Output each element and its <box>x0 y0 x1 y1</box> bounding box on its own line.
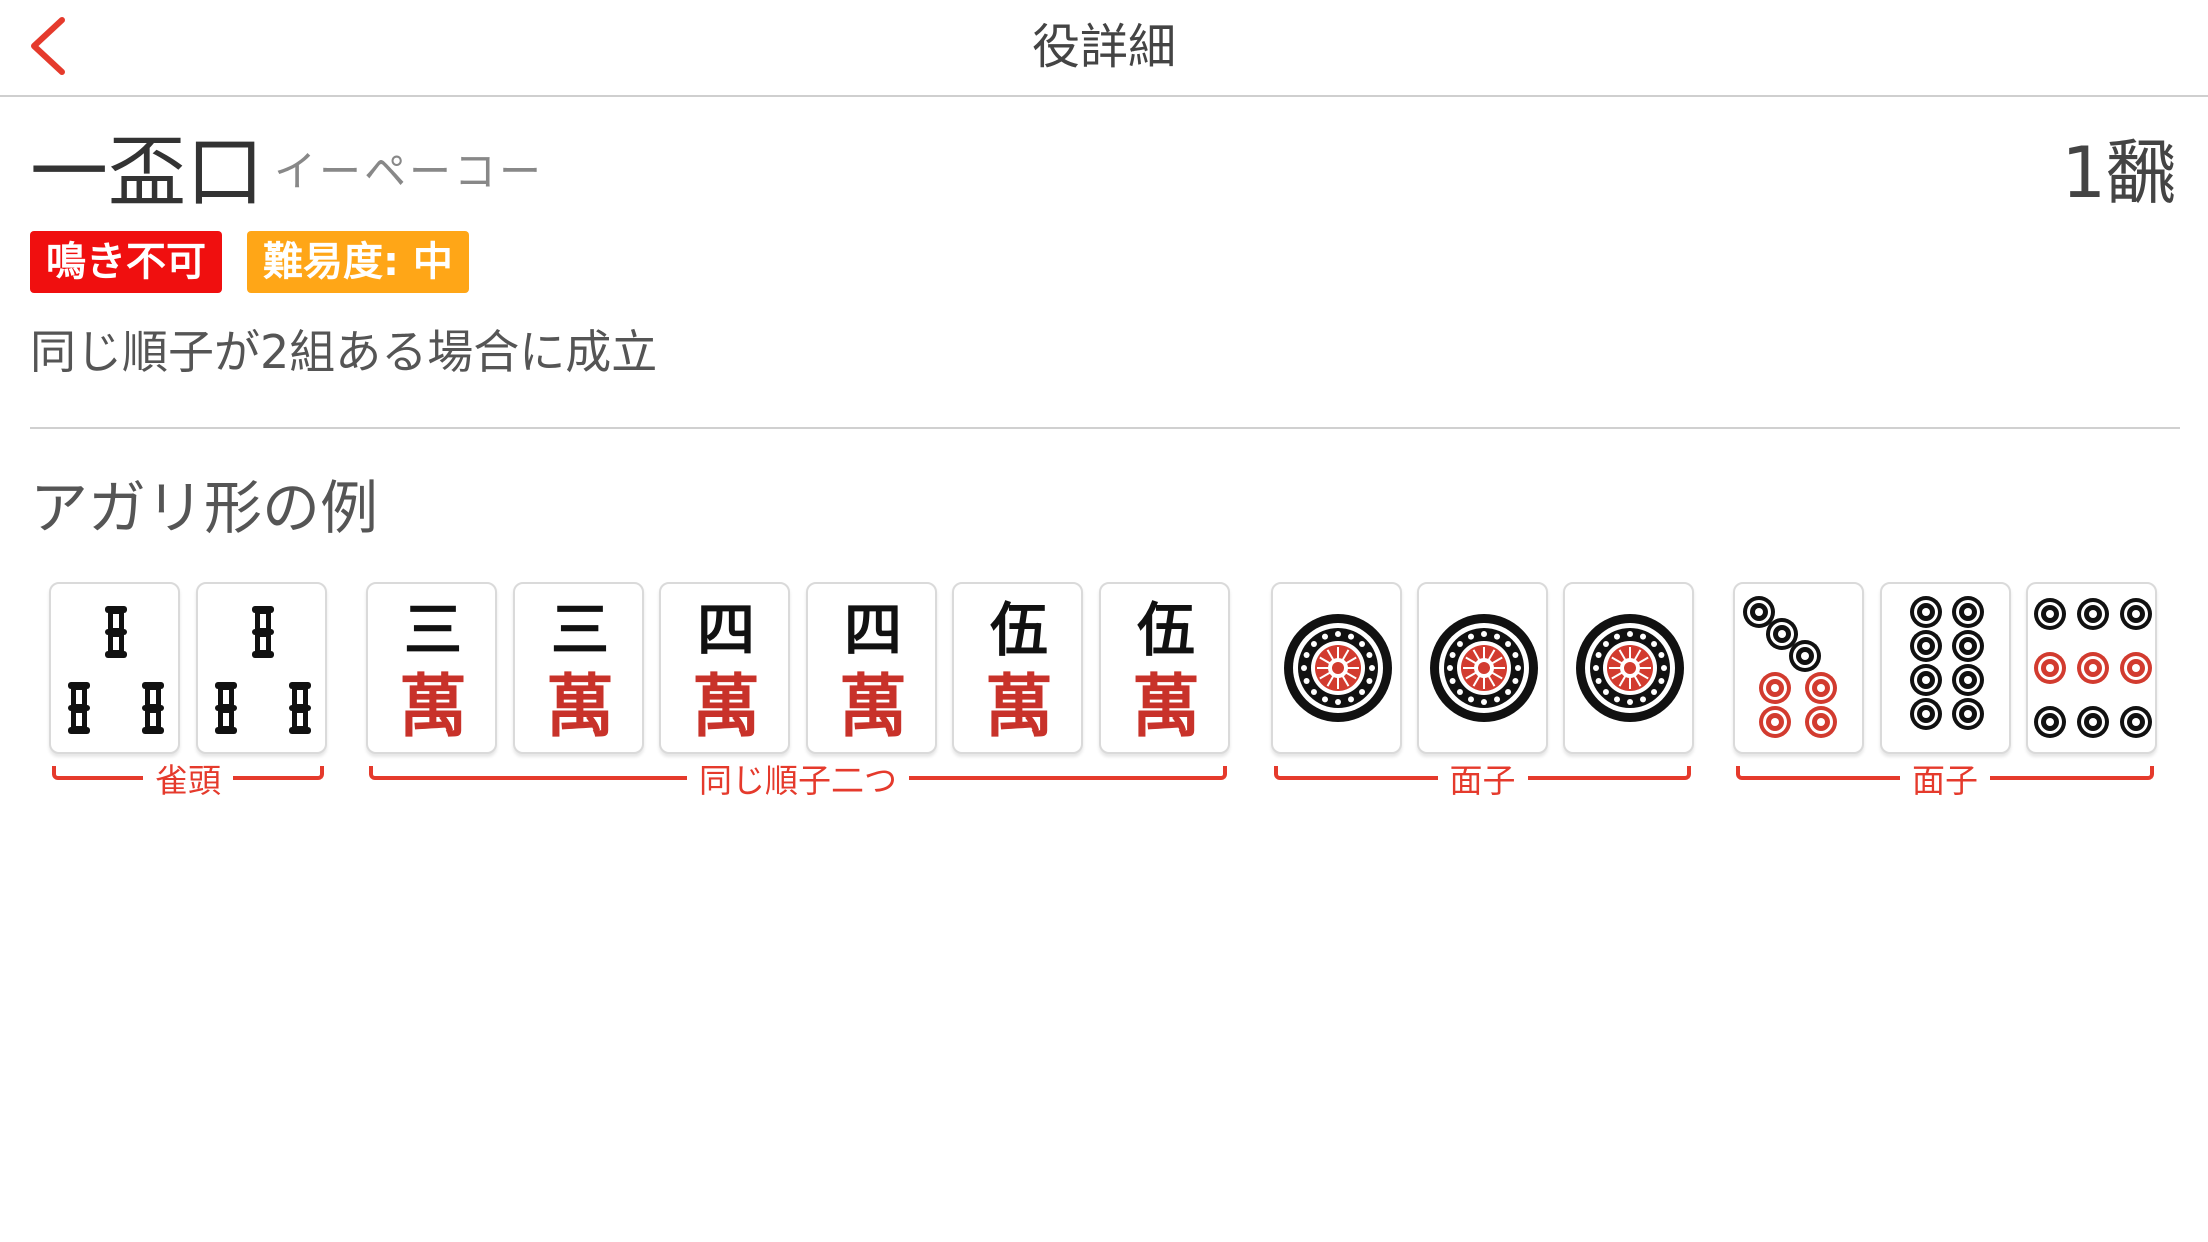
man-tile: 四萬 <box>659 582 790 754</box>
svg-text:萬: 萬 <box>839 667 907 747</box>
pin-tile <box>1417 582 1548 754</box>
example-hand-title: アガリ形の例 <box>30 474 379 542</box>
yaku-description: 同じ順子が2組ある場合に成立 <box>30 325 658 379</box>
man-tile: 三萬 <box>366 582 497 754</box>
svg-text:四: 四 <box>697 596 755 664</box>
pin-tile <box>2026 582 2157 754</box>
han-value: 1飜 <box>2061 132 2176 214</box>
svg-text:萬: 萬 <box>546 667 614 747</box>
difficulty-badge: 難易度: 中 <box>247 231 469 293</box>
navigation-bar: 役詳細 <box>0 0 2208 97</box>
svg-text:萬: 萬 <box>1132 667 1200 747</box>
man-tile: 伍萬 <box>1099 582 1230 754</box>
svg-text:萬: 萬 <box>399 667 467 747</box>
man-tile: 三萬 <box>513 582 644 754</box>
svg-text:萬: 萬 <box>692 667 760 747</box>
group-label: 雀頭 <box>143 760 233 802</box>
sou-tile <box>49 582 180 754</box>
svg-text:伍: 伍 <box>1137 596 1195 664</box>
pin-tile <box>1563 582 1694 754</box>
svg-text:三: 三 <box>404 596 462 664</box>
man-tile: 伍萬 <box>952 582 1083 754</box>
yaku-reading: イーペーコー <box>274 147 545 196</box>
svg-text:三: 三 <box>551 596 609 664</box>
page-title: 役詳細 <box>1031 19 1176 75</box>
group-label: 同じ順子二つ <box>687 760 909 802</box>
svg-text:萬: 萬 <box>985 667 1053 747</box>
pin-tile <box>1880 582 2011 754</box>
pin-tile <box>1733 582 1864 754</box>
sou-tile <box>196 582 327 754</box>
group-label: 面子 <box>1437 760 1528 802</box>
no-call-badge: 鳴き不可 <box>30 231 222 293</box>
pin-tile <box>1271 582 1402 754</box>
group-label: 面子 <box>1900 760 1990 802</box>
man-tile: 四萬 <box>806 582 937 754</box>
svg-text:伍: 伍 <box>990 596 1048 664</box>
svg-text:四: 四 <box>844 596 902 664</box>
yaku-name: 一盃口 <box>30 128 265 218</box>
divider <box>30 427 2180 429</box>
